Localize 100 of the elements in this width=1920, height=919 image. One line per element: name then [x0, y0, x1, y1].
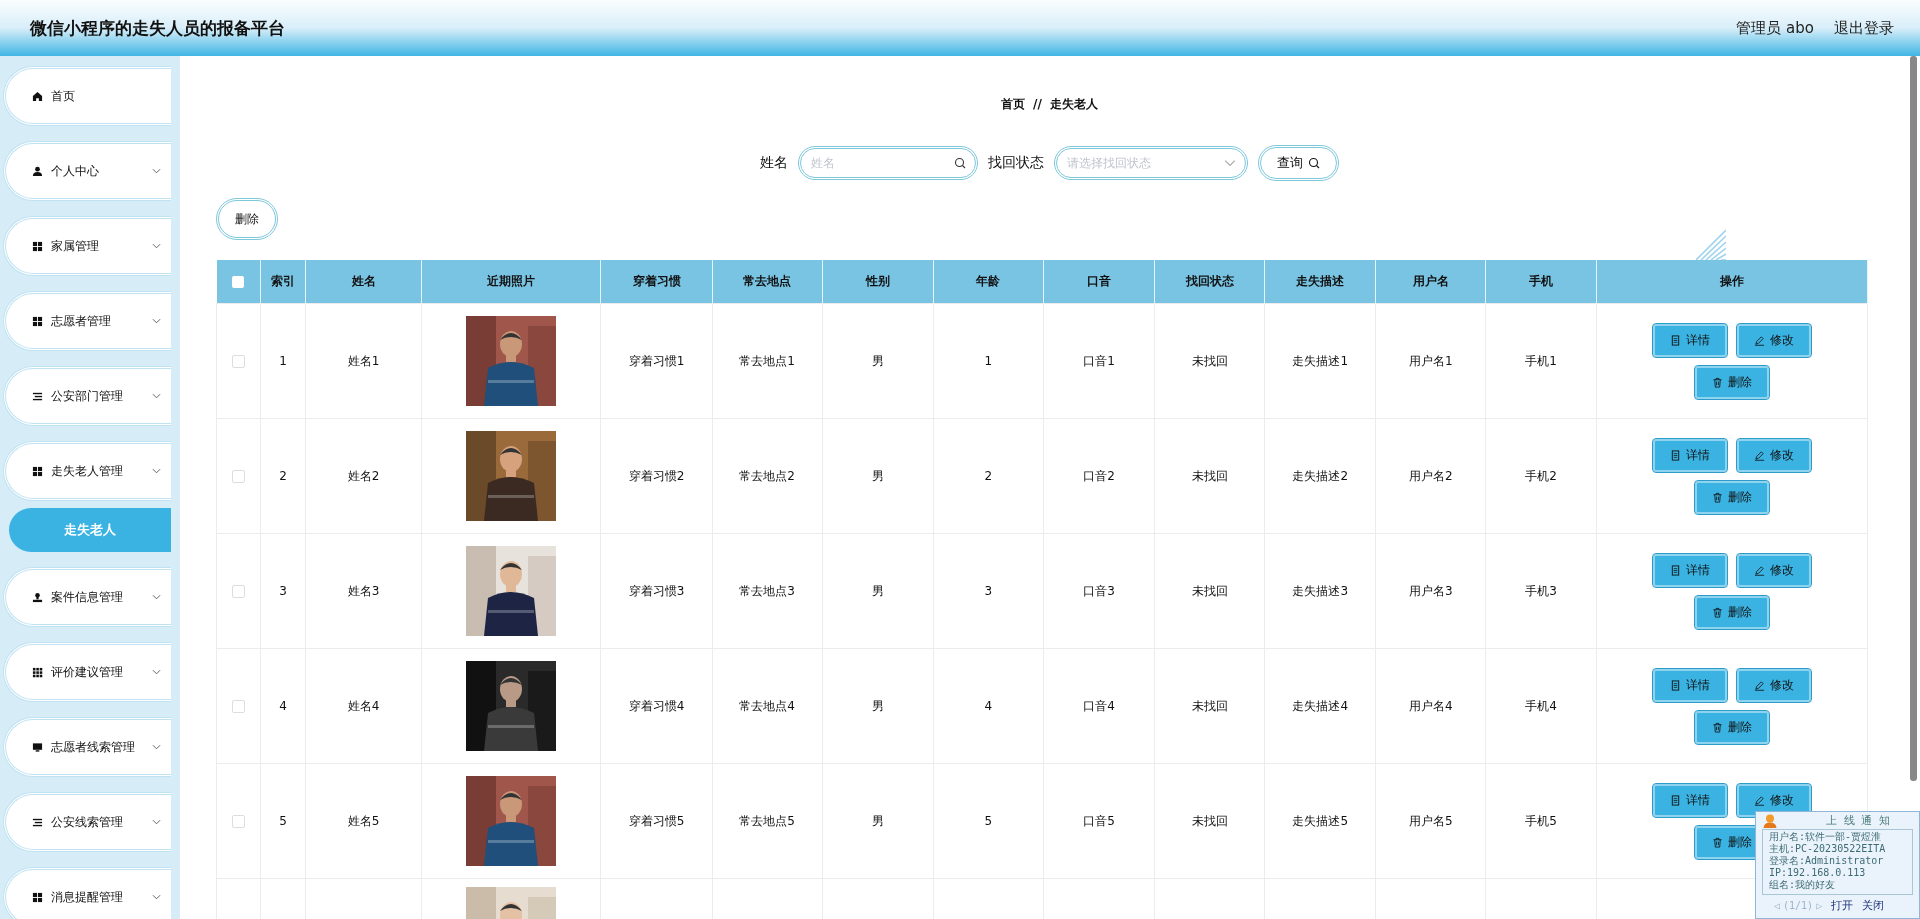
detail-button[interactable]: 详情	[1652, 668, 1727, 702]
table-cell: 口音4	[1043, 648, 1155, 764]
sidebar-item[interactable]: 志愿者管理	[3, 291, 171, 351]
delete-button[interactable]: 删除	[1694, 710, 1769, 744]
field-label: 找回状态	[988, 154, 1044, 172]
table-cell: 4	[260, 648, 306, 764]
table-cell: 常去地点5	[712, 763, 823, 879]
admin-name: 管理员 abo	[1736, 18, 1814, 38]
table-cell: 走失描述4	[1264, 648, 1376, 764]
row-checkbox[interactable]	[232, 355, 245, 368]
table-cell: 1	[260, 303, 306, 419]
detail-button[interactable]: 详情	[1652, 783, 1727, 817]
detail-button[interactable]: 详情	[1652, 553, 1727, 587]
edit-button[interactable]: 修改	[1736, 668, 1811, 702]
sidebar-item[interactable]: 走失老人管理	[3, 441, 171, 501]
table-cell: 走失描述1	[1264, 303, 1376, 419]
column-header: 常去地点	[712, 260, 823, 304]
table-cell: 穿着习惯1	[600, 303, 713, 419]
edit-button[interactable]: 修改	[1736, 323, 1811, 357]
detail-button[interactable]: 详情	[1652, 438, 1727, 472]
table-cell: 未找回	[1154, 648, 1265, 764]
table-cell: 男	[822, 763, 934, 879]
sidebar-item[interactable]: 志愿者线索管理	[3, 717, 171, 777]
menu-label: 消息提醒管理	[51, 888, 123, 906]
status-select[interactable]: 请选择找回状态	[1054, 146, 1248, 180]
table-cell: 手机5	[1485, 763, 1597, 879]
menu-label: 走失老人管理	[51, 462, 123, 480]
table-cell: 常去地点4	[712, 648, 823, 764]
pencil-icon	[1753, 564, 1765, 576]
sidebar-item[interactable]: 公安部门管理	[3, 366, 171, 426]
column-header: 手机	[1485, 260, 1597, 304]
column-header: 年龄	[933, 260, 1044, 304]
notice-line: IP:192.168.0.113	[1769, 867, 1867, 879]
column-header: 用户名	[1375, 260, 1486, 304]
table-cell: 男	[822, 418, 934, 534]
sidebar-item[interactable]: 首页	[3, 66, 171, 126]
menu-label: 志愿者线索管理	[51, 738, 135, 756]
delete-button[interactable]: 删除	[1694, 480, 1769, 514]
document-icon	[1669, 449, 1681, 461]
user-icon	[1762, 812, 1778, 829]
table-cell: 男	[822, 648, 934, 764]
table-cell: 走失描述5	[1264, 763, 1376, 879]
select-all-checkbox[interactable]	[232, 276, 245, 288]
open-link[interactable]: 打开	[1831, 898, 1854, 913]
close-link[interactable]: 关闭	[1862, 898, 1885, 913]
search-icon	[954, 157, 966, 169]
table-cell: 未找回	[1154, 303, 1265, 419]
table-cell: 用户名1	[1375, 303, 1486, 419]
table-cell: 用户名3	[1375, 533, 1486, 649]
scrollbar[interactable]	[1910, 56, 1917, 781]
document-icon	[1669, 334, 1681, 346]
delete-button[interactable]: 删除	[1694, 365, 1769, 399]
table-cell: 3	[933, 533, 1044, 649]
delete-button[interactable]: 删除	[1694, 595, 1769, 629]
home-icon	[32, 90, 43, 102]
detail-button[interactable]: 详情	[1652, 323, 1727, 357]
sidebar-item[interactable]: 公安线索管理	[3, 792, 171, 852]
row-checkbox[interactable]	[232, 700, 245, 713]
table-cell: 用户名4	[1375, 648, 1486, 764]
search-icon	[1308, 157, 1320, 169]
row-checkbox[interactable]	[232, 585, 245, 598]
notice-line: 组名:我的好友	[1769, 879, 1837, 891]
row-checkbox[interactable]	[232, 470, 245, 483]
app-title: 微信小程序的走失人员的报备平台	[30, 16, 285, 40]
pencil-icon	[1753, 794, 1765, 806]
column-header: 近期照片	[421, 260, 601, 304]
list-icon	[32, 816, 43, 828]
grid-icon	[32, 315, 43, 327]
query-button[interactable]: 查询	[1258, 145, 1339, 181]
table-cell: 男	[822, 533, 934, 649]
column-header: 姓名	[305, 260, 422, 304]
sidebar-item[interactable]: 个人中心	[3, 141, 171, 201]
row-checkbox[interactable]	[232, 815, 245, 828]
monitor-icon	[32, 741, 43, 753]
table-cell: 未找回	[1154, 533, 1265, 649]
logout-link[interactable]: 退出登录	[1834, 18, 1894, 38]
document-icon	[1669, 679, 1681, 691]
table-cell: 用户名5	[1375, 763, 1486, 879]
table-cell: 穿着习惯4	[600, 648, 713, 764]
delete-button[interactable]: 删除	[216, 198, 278, 240]
column-header: 找回状态	[1154, 260, 1265, 304]
notice-line: 登录名:Administrator	[1769, 855, 1885, 867]
sidebar-item[interactable]: 消息提醒管理	[3, 867, 171, 919]
trash-icon	[1711, 491, 1723, 503]
search-field[interactable]: 姓名	[798, 146, 978, 180]
breadcrumb-link[interactable]: 首页	[1001, 95, 1026, 113]
menu-label: 个人中心	[51, 162, 99, 180]
stamp-icon	[32, 591, 43, 603]
menu-label: 志愿者管理	[51, 312, 111, 330]
menu-label: 家属管理	[51, 237, 99, 255]
table-cell: 2	[260, 418, 306, 534]
edit-button[interactable]: 修改	[1736, 438, 1811, 472]
page-indicator: (1/1)	[1783, 900, 1814, 911]
pencil-icon	[1753, 334, 1765, 346]
notice-title: 上 线 通 知	[1826, 813, 1890, 828]
table-cell: 5	[260, 763, 306, 879]
menu-label: 公安部门管理	[51, 387, 123, 405]
trash-icon	[1711, 721, 1723, 733]
table-cell: 用户名2	[1375, 418, 1486, 534]
edit-button[interactable]: 修改	[1736, 553, 1811, 587]
